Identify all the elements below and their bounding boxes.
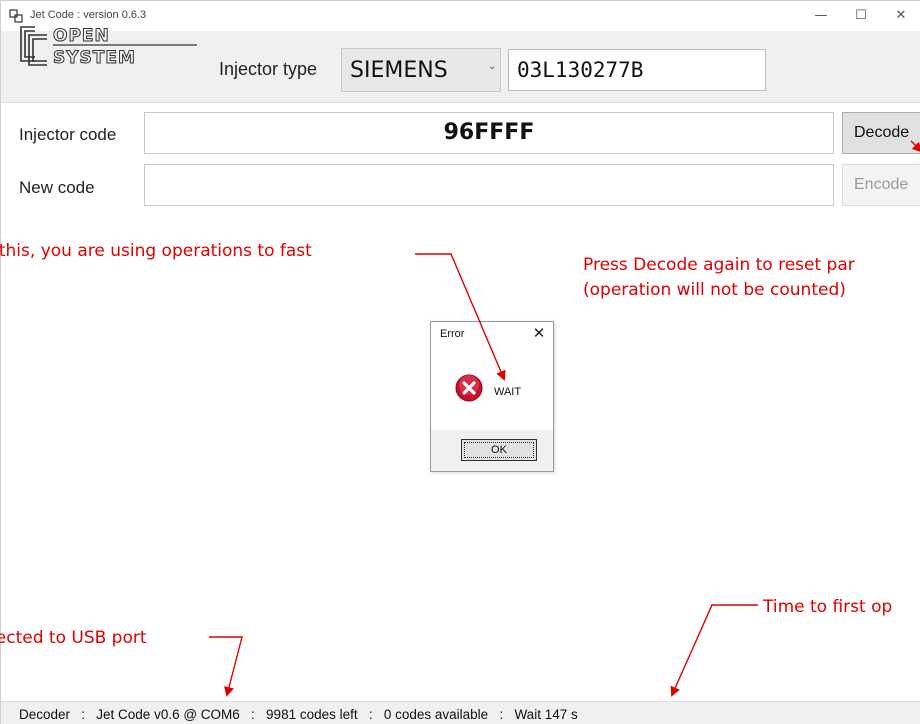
open-system-logo: OPEN SYSTEM — [20, 26, 197, 67]
injector-code-value: 96FFFF — [443, 120, 535, 145]
arrow-usb — [209, 636, 243, 697]
part-number-input[interactable]: 03L130277B — [508, 49, 766, 91]
dialog-title: Error — [440, 328, 465, 340]
injector-type-select[interactable]: SIEMENS ⌄ — [341, 48, 501, 92]
decode-button[interactable]: Decode — [842, 112, 920, 154]
annotation-usb-port: nected to USB port — [0, 628, 147, 648]
encode-button[interactable]: Encode — [842, 164, 920, 206]
app-window: Jet Code : version 0.6.3 — ☐ ✕ OPEN SYST… — [0, 0, 920, 724]
new-code-label: New code — [19, 178, 95, 197]
dialog-footer: OK — [431, 430, 553, 471]
status-bar: Decoder : Jet Code v0.6 @ COM6 : 9981 co… — [1, 701, 920, 724]
window-title: Jet Code : version 0.6.3 — [30, 9, 147, 21]
error-icon — [455, 374, 483, 402]
logo-open-text: OPEN — [53, 26, 110, 46]
dialog-close-button[interactable]: ✕ — [529, 324, 549, 342]
ok-button[interactable]: OK — [461, 439, 537, 461]
dialog-message: WAIT — [494, 386, 522, 398]
new-code-field[interactable] — [144, 164, 834, 206]
annotation-time-first-op: Time to first op — [763, 597, 893, 617]
annotation-not-counted: (operation will not be counted) — [583, 280, 846, 300]
arrow-time — [670, 604, 758, 697]
injector-type-label: Injector type — [219, 59, 318, 79]
annotation-decode-again: Press Decode again to reset par — [583, 255, 855, 275]
injector-code-label: Injector code — [19, 125, 117, 144]
part-number-value: 03L130277B — [517, 58, 644, 82]
annotation-too-fast: e this, you are using operations to fast — [0, 241, 312, 261]
maximize-button[interactable]: ☐ — [841, 5, 881, 27]
logo-system-text: SYSTEM — [53, 48, 136, 67]
status-text: Decoder : Jet Code v0.6 @ COM6 : 9981 co… — [19, 707, 578, 722]
error-dialog: Error ✕ WAIT OK — [430, 321, 554, 472]
injector-code-field[interactable]: 96FFFF — [144, 112, 834, 154]
close-window-button[interactable]: ✕ — [881, 5, 920, 27]
injector-type-value: SIEMENS — [350, 58, 448, 83]
chevron-down-icon: ⌄ — [488, 61, 497, 72]
minimize-button[interactable]: — — [801, 5, 841, 27]
